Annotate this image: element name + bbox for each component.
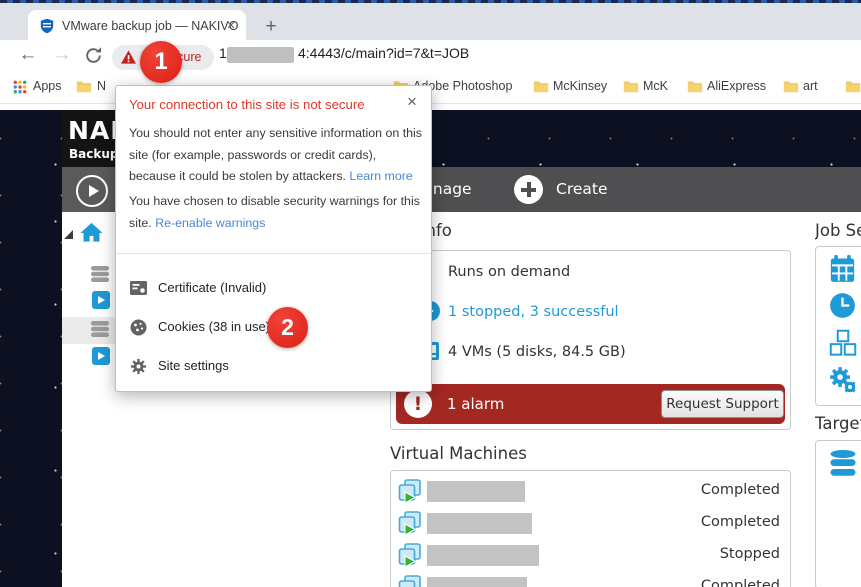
- bookmark-item[interactable]: AliExpress: [707, 79, 766, 93]
- gear-icon: [130, 358, 147, 375]
- vm-icon: [398, 575, 422, 587]
- vm-icon: [398, 511, 422, 536]
- url-text[interactable]: 1: [219, 45, 227, 61]
- learn-more-link[interactable]: Learn more: [349, 169, 412, 183]
- folder-icon: [783, 80, 799, 93]
- vm-status: Completed: [701, 578, 780, 587]
- target-storage-panel: [815, 440, 861, 587]
- vm-summary: 4 VMs (5 disks, 84.5 GB): [448, 344, 626, 360]
- vm-name-redacted: [427, 513, 532, 534]
- folder-icon: [76, 80, 92, 93]
- apps-label[interactable]: Apps: [33, 79, 62, 93]
- annotation-badge-2: 2: [267, 307, 308, 348]
- runs-summary-link[interactable]: 1 stopped, 3 successful: [448, 304, 619, 320]
- job-group-icon[interactable]: [90, 265, 110, 283]
- job-settings-panel: [815, 246, 861, 406]
- forward-button[interactable]: →: [50, 43, 74, 67]
- job-item-icon[interactable]: [92, 291, 110, 309]
- vm-row[interactable]: Completed: [391, 573, 790, 587]
- vm-row[interactable]: Completed: [391, 477, 790, 507]
- job-schedule: Runs on demand: [448, 264, 570, 280]
- menu-item-site-settings[interactable]: Site settings: [116, 354, 431, 380]
- starfield-left-column: [0, 167, 62, 587]
- vm-status: Completed: [701, 482, 780, 498]
- virtual-machines-heading: Virtual Machines: [390, 444, 527, 463]
- tab-close-icon[interactable]: ×: [222, 17, 240, 35]
- vm-row[interactable]: Completed: [391, 509, 790, 539]
- job-info-panel: Runs on demand 1 stopped, 3 successful 4…: [390, 250, 791, 430]
- screenshot-root: NAKIVO Backup & Replication Manage Creat…: [0, 0, 861, 587]
- cookie-icon: [130, 319, 147, 336]
- run-job-button[interactable]: [76, 175, 108, 207]
- site-security-popup: × Your connection to this site is not se…: [115, 85, 432, 392]
- create-plus-icon[interactable]: [514, 175, 543, 204]
- alarm-bar: ! 1 alarm Request Support: [396, 384, 785, 424]
- repository-database-icon[interactable]: [828, 449, 858, 479]
- menu-item-certificate[interactable]: Certificate (Invalid): [116, 276, 431, 302]
- popup-warning-note: You have chosen to disable security warn…: [129, 191, 423, 234]
- alarm-exclamation-icon: !: [404, 390, 432, 418]
- retention-clock-icon[interactable]: [829, 292, 856, 319]
- apps-grid-icon[interactable]: [13, 80, 27, 94]
- vm-name-redacted: [427, 577, 527, 587]
- vm-icon: [398, 543, 422, 568]
- menu-item-label: Certificate (Invalid): [158, 280, 266, 295]
- vm-icon: [398, 479, 422, 504]
- job-item-icon[interactable]: [92, 347, 110, 365]
- vm-name-redacted: [427, 481, 525, 502]
- menu-item-label: Cookies (38 in use): [158, 319, 270, 334]
- options-gears-icon[interactable]: [829, 366, 857, 394]
- back-button[interactable]: ←: [16, 43, 40, 67]
- job-settings-heading: Job Settings: [815, 221, 861, 240]
- folder-icon: [687, 80, 703, 93]
- vm-panel: Completed Completed Stopped Completed: [390, 470, 791, 587]
- bookmark-item[interactable]: art: [803, 79, 818, 93]
- vm-status: Completed: [701, 514, 780, 530]
- folder-icon: [845, 80, 861, 93]
- request-support-button[interactable]: Request Support: [661, 390, 784, 418]
- reenable-warnings-link[interactable]: Re-enable warnings: [155, 216, 265, 230]
- target-storage-heading: Target Storage: [815, 414, 861, 433]
- vm-name-redacted: [427, 545, 539, 566]
- menu-item-label: Site settings: [158, 358, 229, 373]
- tab-title: VMware backup job — NAKIVO B: [62, 19, 238, 35]
- alarm-label: 1 alarm: [447, 395, 504, 413]
- reload-button[interactable]: [84, 46, 103, 65]
- nav-create[interactable]: Create: [556, 180, 608, 198]
- certificate-icon: [130, 280, 147, 297]
- annotation-badge-1: 1: [140, 41, 182, 83]
- app-aware-cubes-icon[interactable]: [829, 329, 857, 357]
- bookmark-item[interactable]: N: [97, 79, 106, 93]
- run-job-block: [62, 167, 119, 212]
- nakivo-favicon-icon: [39, 18, 55, 34]
- browser-toolbar: ← → Not secure 1 4:4443/c/main?id=7&t=JO…: [0, 40, 861, 72]
- vm-row[interactable]: Stopped: [391, 541, 790, 571]
- play-icon: [89, 185, 99, 197]
- tree-expander-icon[interactable]: [64, 230, 73, 239]
- browser-tab[interactable]: VMware backup job — NAKIVO B ×: [28, 10, 246, 43]
- url-redacted-segment: [227, 47, 294, 63]
- popup-body: You should not enter any sensitive infor…: [129, 123, 423, 188]
- popup-divider: [116, 253, 431, 254]
- folder-icon: [623, 80, 639, 93]
- new-tab-button[interactable]: +: [258, 14, 284, 40]
- warning-triangle-icon: [121, 50, 136, 64]
- tab-strip: VMware backup job — NAKIVO B × +: [0, 3, 861, 40]
- folder-icon: [533, 80, 549, 93]
- bookmark-item[interactable]: McKinsey: [553, 79, 607, 93]
- job-group-icon[interactable]: [90, 320, 110, 338]
- vm-status: Stopped: [720, 546, 780, 562]
- schedule-icon[interactable]: [829, 255, 856, 283]
- home-icon[interactable]: [80, 221, 103, 243]
- url-text[interactable]: 4:4443/c/main?id=7&t=JOB: [298, 45, 469, 61]
- bookmark-item[interactable]: McK: [643, 79, 668, 93]
- popup-title: Your connection to this site is not secu…: [129, 97, 419, 112]
